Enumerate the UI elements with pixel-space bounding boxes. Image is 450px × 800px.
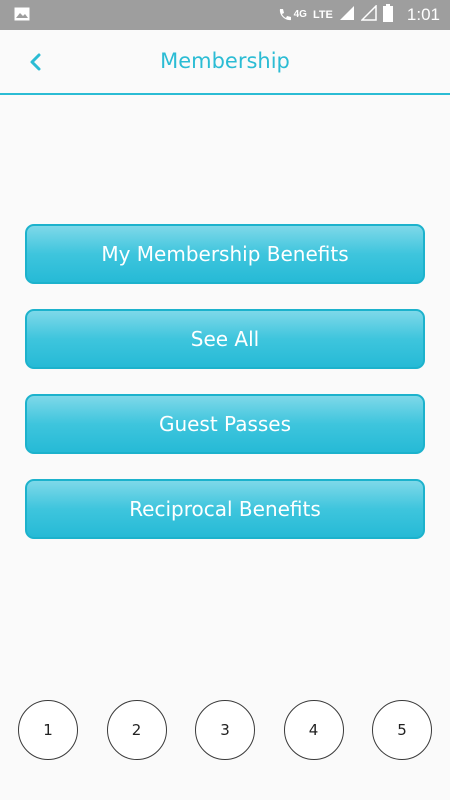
signal-empty-icon — [360, 3, 377, 26]
page-button-4[interactable]: 4 — [283, 700, 344, 760]
lte-label: LTE — [312, 9, 333, 21]
network-type-label: 4G — [293, 9, 307, 20]
membership-menu: My Membership Benefits See All Guest Pas… — [25, 224, 425, 564]
see-all-button[interactable]: See All — [25, 309, 425, 369]
app-header: Membership — [0, 30, 450, 95]
page-title: Membership — [160, 49, 290, 73]
my-membership-benefits-button[interactable]: My Membership Benefits — [25, 224, 425, 284]
signal-icon — [339, 5, 355, 26]
reciprocal-benefits-button[interactable]: Reciprocal Benefits — [25, 479, 425, 539]
page-button-2[interactable]: 2 — [106, 700, 167, 760]
image-icon — [14, 7, 30, 21]
page-selector: 1 2 3 4 5 — [18, 700, 432, 764]
page-button-5[interactable]: 5 — [372, 700, 432, 760]
status-time: 1:01 — [406, 5, 440, 24]
guest-passes-button[interactable]: Guest Passes — [25, 394, 425, 454]
page-button-3[interactable]: 3 — [195, 700, 255, 760]
battery-icon — [382, 3, 393, 27]
call-wifi-icon: 4G — [277, 7, 307, 23]
back-button[interactable] — [22, 48, 48, 74]
chevron-left-icon — [28, 52, 42, 77]
page-button-1[interactable]: 1 — [18, 700, 78, 760]
status-bar: 4G LTE 1:01 — [0, 0, 450, 30]
